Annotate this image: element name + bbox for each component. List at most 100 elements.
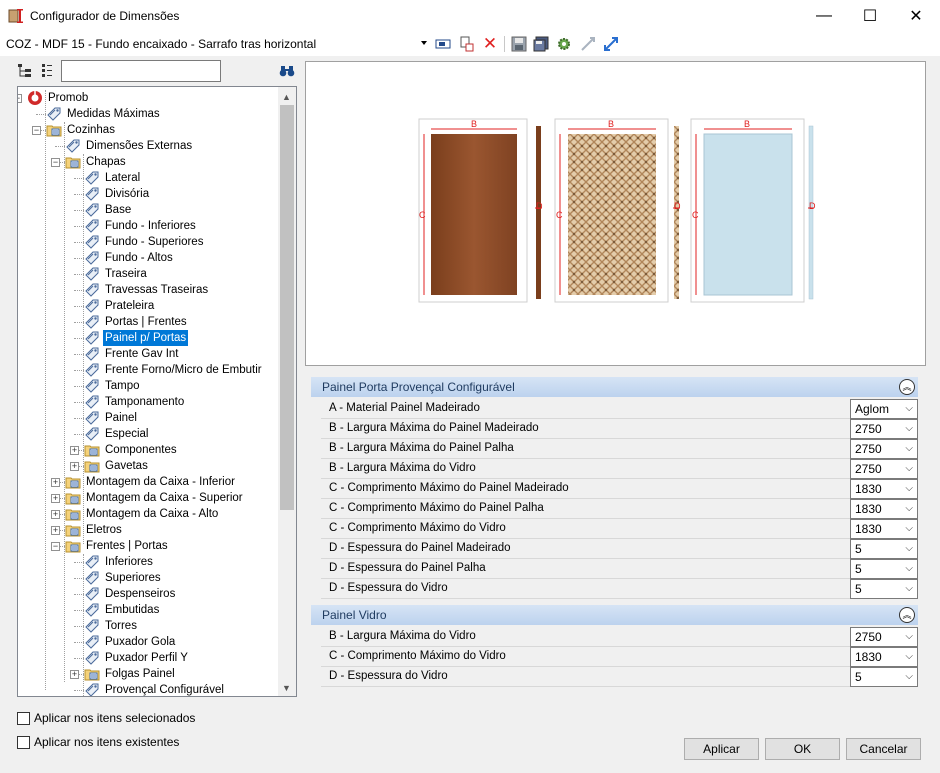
tree-item[interactable]: Tamponamento — [84, 394, 186, 410]
apply-existing-checkbox[interactable] — [17, 736, 30, 749]
gear-icon[interactable] — [555, 35, 573, 53]
tree-item[interactable]: Provençal Configurável — [84, 682, 226, 696]
expand-node-icon[interactable]: + — [70, 670, 79, 679]
property-value-dropdown[interactable]: 1830 ⌵ — [850, 479, 918, 499]
tree-item[interactable]: Medidas Máximas — [46, 106, 162, 122]
tree-item[interactable]: Puxador Perfil Y — [84, 650, 190, 666]
expand-node-icon[interactable]: + — [51, 526, 60, 535]
collapse-node-icon[interactable]: − — [51, 542, 60, 551]
property-value-dropdown[interactable]: 5 ⌵ — [850, 667, 918, 687]
tree-item[interactable]: Superiores — [84, 570, 163, 586]
property-value-dropdown[interactable]: 5 ⌵ — [850, 559, 918, 579]
chevron-down-icon[interactable]: ⌵ — [905, 583, 913, 594]
tree-item[interactable]: Frente Forno/Micro de Embutir — [84, 362, 264, 378]
tree-item[interactable]: Frentes | Portas — [65, 538, 170, 554]
minimize-button[interactable]: — — [801, 0, 847, 32]
section-header-vidro[interactable]: Painel Vidro ︽ — [311, 605, 918, 625]
chevron-down-icon[interactable]: ⌵ — [905, 651, 913, 662]
property-value-dropdown[interactable]: 1830 ⌵ — [850, 519, 918, 539]
scroll-up-icon[interactable]: ▲ — [282, 92, 291, 102]
tree-item[interactable]: Despenseiros — [84, 586, 177, 602]
tree-item[interactable]: Montagem da Caixa - Superior — [65, 490, 245, 506]
chevron-down-icon[interactable]: ⌵ — [905, 423, 913, 434]
tree-item[interactable]: Chapas — [65, 154, 128, 170]
property-value-dropdown[interactable]: 5 ⌵ — [850, 579, 918, 599]
tree-item[interactable]: Componentes — [84, 442, 179, 458]
rename-icon[interactable] — [434, 35, 452, 53]
collapse-node-icon[interactable]: − — [51, 158, 60, 167]
list-view-icon[interactable] — [41, 63, 53, 79]
tree-item[interactable]: Puxador Gola — [84, 634, 177, 650]
configuration-combo[interactable]: COZ - MDF 15 - Fundo encaixado - Sarrafo… — [6, 37, 316, 51]
tree-item[interactable]: Inferiores — [84, 554, 155, 570]
collapse-icon[interactable]: ︽ — [899, 607, 915, 623]
tree-item[interactable]: Fundo - Superiores — [84, 234, 205, 250]
apply-selected-checkbox[interactable] — [17, 712, 30, 725]
collapse-icon[interactable]: ︽ — [899, 379, 915, 395]
tree-item[interactable]: Fundo - Inferiores — [84, 218, 198, 234]
dimension-tree[interactable]: − Promob Medidas Máximas − Cozinhas Dimensões… — [17, 86, 297, 697]
tree-item[interactable]: Lateral — [84, 170, 142, 186]
chevron-down-icon[interactable]: ⌵ — [905, 503, 913, 514]
tree-item[interactable]: Divisória — [84, 186, 151, 202]
tree-item[interactable]: Traseira — [84, 266, 149, 282]
tree-item[interactable]: Dimensões Externas — [65, 138, 194, 154]
chevron-down-icon[interactable]: ⌵ — [905, 403, 913, 414]
tree-item[interactable]: Montagem da Caixa - Inferior — [65, 474, 237, 490]
tree-item[interactable]: Cozinhas — [46, 122, 117, 138]
tree-search-input[interactable] — [61, 60, 221, 82]
maximize-button[interactable]: ☐ — [847, 0, 893, 32]
expand-node-icon[interactable]: + — [51, 510, 60, 519]
chevron-down-icon[interactable]: ⌵ — [905, 483, 913, 494]
tree-item[interactable]: Embutidas — [84, 602, 161, 618]
property-value-dropdown[interactable]: 1830 ⌵ — [850, 647, 918, 667]
save-icon[interactable] — [510, 35, 528, 53]
tree-item[interactable]: Base — [84, 202, 133, 218]
property-value-dropdown[interactable]: 2750 ⌵ — [850, 627, 918, 647]
chevron-down-icon[interactable]: ⌵ — [905, 523, 913, 534]
tree-item[interactable]: Portas | Frentes — [84, 314, 189, 330]
tree-item[interactable]: Montagem da Caixa - Alto — [65, 506, 220, 522]
tree-item[interactable]: Painel p/ Portas — [84, 330, 189, 346]
property-value-dropdown[interactable]: Aglom ⌵ — [850, 399, 918, 419]
chevron-down-icon[interactable]: ⌵ — [905, 443, 913, 454]
cancel-button[interactable]: Cancelar — [846, 738, 921, 760]
tree-item[interactable]: Tampo — [84, 378, 142, 394]
collapse-node-icon[interactable]: − — [32, 126, 41, 135]
chevron-down-icon[interactable]: ⌵ — [905, 671, 913, 682]
copy-icon[interactable] — [458, 35, 476, 53]
save-all-icon[interactable] — [532, 35, 550, 53]
chevron-down-icon[interactable] — [421, 41, 427, 45]
scroll-down-icon[interactable]: ▼ — [282, 683, 291, 693]
tree-item[interactable]: Travessas Traseiras — [84, 282, 210, 298]
tree-item[interactable]: Especial — [84, 426, 150, 442]
property-value-dropdown[interactable]: 2750 ⌵ — [850, 439, 918, 459]
property-value-dropdown[interactable]: 2750 ⌵ — [850, 459, 918, 479]
binoculars-search-icon[interactable] — [279, 63, 295, 79]
chevron-down-icon[interactable]: ⌵ — [905, 543, 913, 554]
tree-item[interactable]: Eletros — [65, 522, 124, 538]
delete-icon[interactable]: ✕ — [481, 34, 499, 53]
property-value-dropdown[interactable]: 1830 ⌵ — [850, 499, 918, 519]
property-value-dropdown[interactable]: 5 ⌵ — [850, 539, 918, 559]
expand-node-icon[interactable]: + — [51, 494, 60, 503]
tree-item[interactable]: Fundo - Altos — [84, 250, 175, 266]
ok-button[interactable]: OK — [765, 738, 840, 760]
tree-item[interactable]: Torres — [84, 618, 139, 634]
tree-item[interactable]: Frente Gav Int — [84, 346, 181, 362]
tree-item[interactable]: Prateleira — [84, 298, 156, 314]
tree-item[interactable]: Promob — [27, 90, 90, 106]
tree-view-icon[interactable] — [17, 63, 33, 79]
chevron-down-icon[interactable]: ⌵ — [905, 563, 913, 574]
property-value-dropdown[interactable]: 2750 ⌵ — [850, 419, 918, 439]
collapse-node-icon[interactable]: − — [18, 94, 22, 103]
tree-item[interactable]: Folgas Painel — [84, 666, 177, 682]
expand-arrows-icon[interactable] — [602, 35, 620, 53]
expand-node-icon[interactable]: + — [70, 462, 79, 471]
expand-node-icon[interactable]: + — [70, 446, 79, 455]
chevron-down-icon[interactable]: ⌵ — [905, 631, 913, 642]
tree-item[interactable]: Painel — [84, 410, 139, 426]
chevron-down-icon[interactable]: ⌵ — [905, 463, 913, 474]
section-header-provencal[interactable]: Painel Porta Provençal Configurável ︽ — [311, 377, 918, 397]
tree-scroll-thumb[interactable] — [280, 105, 294, 510]
